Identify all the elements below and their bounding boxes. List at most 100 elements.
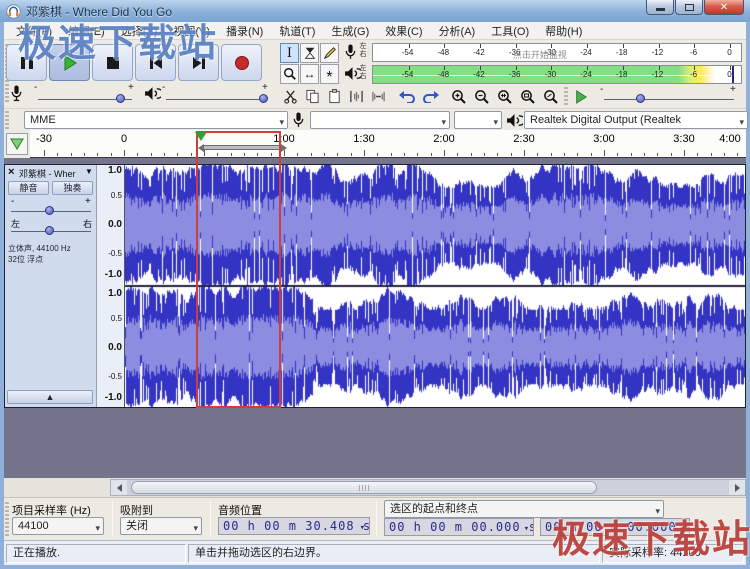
recording-meter[interactable]: -54 -48 -42 -36 -30 -24 -18 -12 -6 0 点击开始监视 [372,43,742,62]
time-shift-tool-button[interactable]: ↔ [300,64,319,84]
playback-volume-speaker-icon [145,87,161,100]
menu-item-9[interactable]: 分析(A) [431,22,484,40]
timeline-tick [57,153,59,156]
toolbar-grip[interactable] [564,87,568,105]
toolbar-grip[interactable] [5,502,9,536]
solo-button[interactable]: 独奏 [52,181,93,195]
pencil-icon [323,47,336,60]
recording-channels-dropdown[interactable]: ▾ [454,111,502,129]
copy-button[interactable] [302,87,323,106]
fit-selection-button[interactable] [494,87,515,106]
record-button[interactable] [221,44,262,81]
timeline-tick [537,153,539,156]
timeline-ruler[interactable]: -30 0 1:00 1:30 2:00 2:30 3:00 3:30 4:00 [30,130,746,158]
menu-item-11[interactable]: 帮助(H) [537,22,590,40]
horizontal-scrollbar[interactable] [110,479,746,496]
zoom-out-button[interactable] [471,87,492,106]
timeline-tick [630,153,632,156]
playback-meter[interactable]: -54 -48 -42 -36 -30 -24 -18 -12 -6 0 [372,65,742,84]
timeline-options-button[interactable] [6,133,28,155]
menu-item-5[interactable]: 播录(N) [218,22,271,40]
menu-item-8[interactable]: 效果(C) [377,22,430,40]
dropdown-caret-icon: ▾ [739,117,744,127]
record-icon [234,55,249,70]
recording-device-mic-icon [293,112,304,127]
dropdown-caret-icon: ▾ [441,117,446,127]
audio-track: × 邓紫棋 - Wher ▼ 静音 独奏 - + 左 右 立体声, 44100 … [4,164,746,408]
selection-start-field[interactable]: 00 h 00 m 00.000 s ▾ [384,518,534,536]
pan-slider-thumb[interactable] [45,226,54,235]
collapse-track-button[interactable]: ▲ [7,390,93,404]
silence-audio-icon [372,91,385,102]
timeline-tick [697,153,699,156]
meter-tick-label: 0 [727,48,732,57]
audio-host-dropdown[interactable]: MME ▾ [24,111,288,129]
timeline-pin-triangle-icon [10,138,24,150]
timeline-label-3:00: 3:00 [593,133,615,145]
redo-button[interactable] [420,87,441,106]
scrollbar-thumb[interactable] [131,481,597,494]
menu-item-10[interactable]: 工具(O) [483,22,537,40]
timeline-tick [84,153,85,156]
gain-slider-thumb[interactable] [45,206,54,215]
meter-tick-label: -30 [544,70,557,79]
timeline-tick [457,153,459,156]
timeline-tick [617,153,619,156]
playback-volume-thumb[interactable] [259,94,268,103]
silence-audio-button[interactable] [368,87,389,106]
timeline-tick [324,153,325,156]
fit-project-icon [520,89,535,104]
meter-tick-label: -18 [615,70,628,79]
trim-audio-button[interactable] [346,87,367,106]
playhead-marker-icon[interactable] [195,132,207,141]
speed-slider[interactable] [604,99,734,100]
recording-volume-mic-icon [11,85,22,102]
audio-position-field[interactable]: 00 h 00 m 30.408 s ▾ [218,517,370,535]
timeline-tick [150,153,152,156]
time-shift-icon: ↔ [303,67,316,81]
track-area[interactable]: × 邓紫棋 - Wher ▼ 静音 独奏 - + 左 右 立体声, 44100 … [4,158,746,478]
close-button[interactable]: ✕ [704,0,744,15]
recording-device-dropdown[interactable]: ▾ [310,111,450,129]
toolbar-grip[interactable] [5,111,9,129]
track-close-button[interactable]: × [8,166,14,178]
multi-tool-button[interactable]: * [320,64,339,85]
timeline-tick [297,153,299,156]
recording-volume-thumb[interactable] [116,94,125,103]
menu-item-6[interactable]: 轨道(T) [271,22,323,40]
playback-meter-channel-labels: 左右 [359,65,367,80]
speed-slider-thumb[interactable] [636,94,645,103]
scroll-right-button[interactable] [729,480,745,495]
dropdown-caret-icon: ▾ [279,117,284,127]
draw-tool-button[interactable] [320,43,339,63]
fit-project-button[interactable] [517,87,538,106]
thumb-grip-icon [359,484,369,491]
meter-monitor-hint[interactable]: 点击开始监视 [513,48,567,61]
scale-label-ch2: -1.0 [104,392,122,403]
vertical-scale-ruler[interactable]: 1.0 0.5 0.0 -0.5 -1.0 1.0 0.5 0.0 -0.5 -1.0 [97,165,125,407]
play-at-speed-button[interactable] [570,87,591,106]
scroll-left-button[interactable] [111,480,127,495]
track-name[interactable]: 邓紫棋 - Wher [19,167,81,180]
track-menu-caret-icon[interactable]: ▼ [85,167,93,176]
timeline-tick [710,153,712,156]
project-rate-dropdown[interactable]: 44100 ▾ [12,517,104,535]
zoom-in-button[interactable] [448,87,469,106]
playback-device-dropdown[interactable]: Realtek Digital Output (Realtek ▾ [524,111,748,129]
toolbar-separator [376,501,377,537]
menu-item-7[interactable]: 生成(G) [323,22,377,40]
maximize-button[interactable] [675,0,703,15]
zoom-toggle-button[interactable] [540,87,561,106]
zoom-tool-button[interactable] [280,64,299,84]
envelope-tool-button[interactable] [300,43,319,63]
paste-button[interactable] [324,87,345,106]
playback-volume-slider[interactable] [166,99,266,100]
timeline-label-2:30: 2:30 [513,133,535,145]
mute-button[interactable]: 静音 [8,181,49,195]
minimize-button[interactable] [646,0,674,15]
selection-tool-button[interactable]: I [280,43,299,63]
track-control-panel: × 邓紫棋 - Wher ▼ 静音 独奏 - + 左 右 立体声, 44100 … [5,165,97,407]
undo-button[interactable] [396,87,417,106]
cut-button[interactable] [280,87,301,106]
snap-to-dropdown[interactable]: 关闭 ▾ [120,517,202,535]
